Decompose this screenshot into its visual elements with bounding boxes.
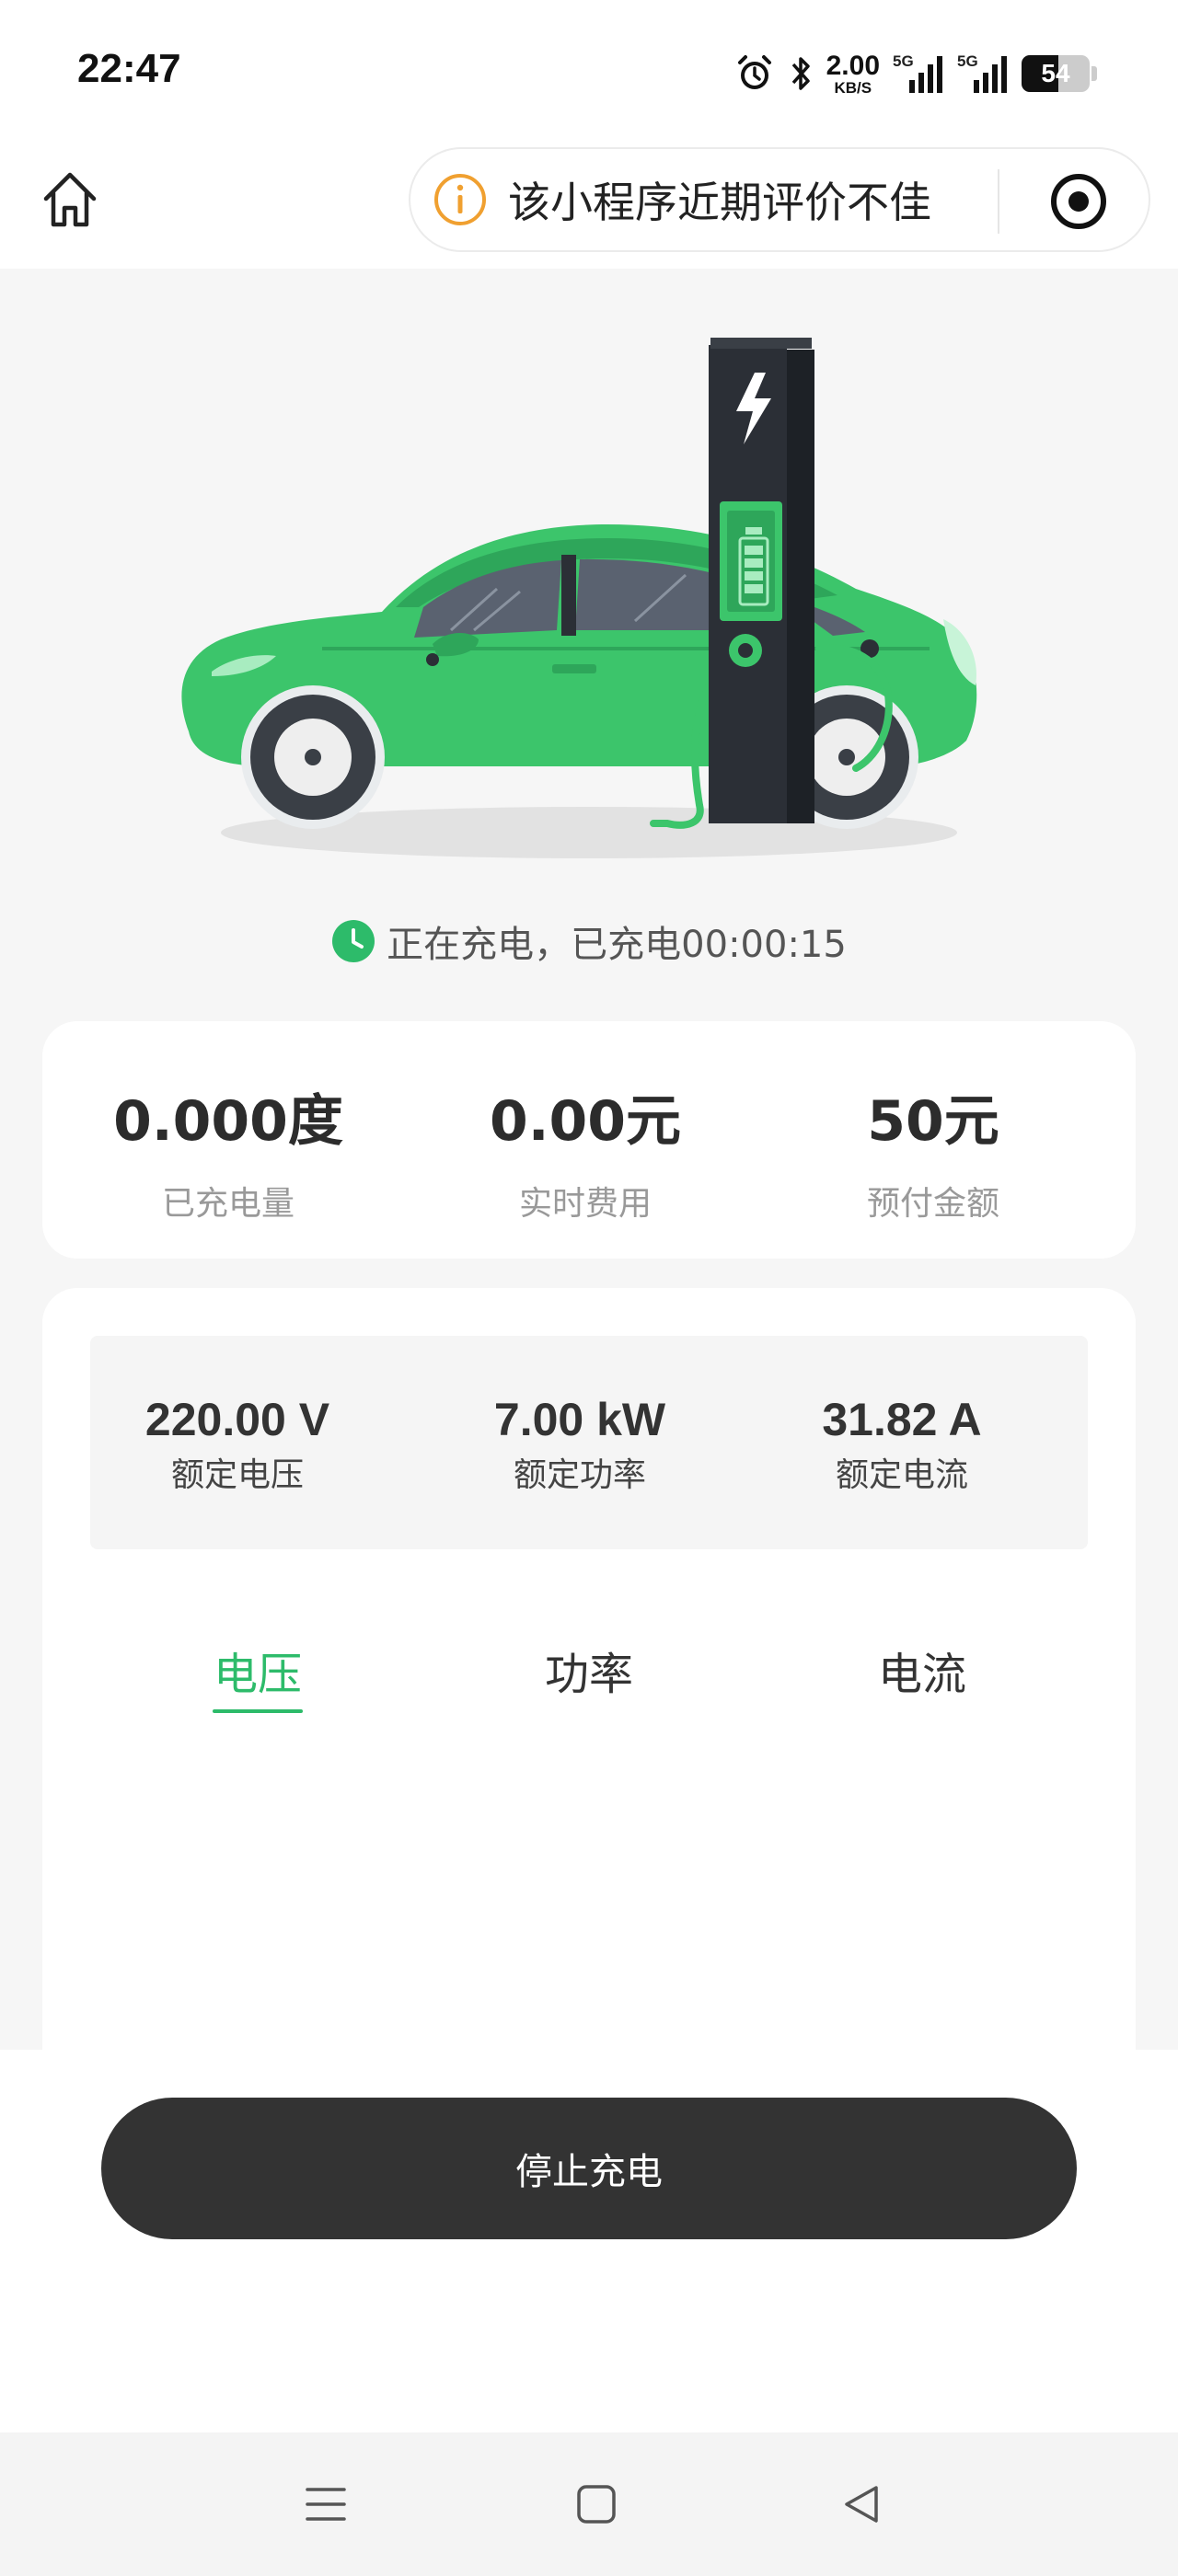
sim1-network-label: 5G xyxy=(893,52,914,70)
stop-charging-button[interactable]: 停止充电 xyxy=(101,2098,1077,2239)
prepaid-amount: 50元 预付金额 xyxy=(786,1076,1080,1225)
realtime-cost: 0.00元 实时费用 xyxy=(438,1076,733,1225)
rated-current: 31.82 A 额定电流 xyxy=(755,1393,1049,1496)
charged-energy-label: 已充电量 xyxy=(161,1185,294,1223)
nav-bar: 该小程序近期评价不佳 xyxy=(0,138,1178,269)
back-button[interactable] xyxy=(832,2475,891,2534)
network-speed: 2.00 KB/S xyxy=(826,52,880,96)
rated-power-value: 7.00 kW xyxy=(493,1394,666,1445)
charging-status-text: 正在充电，已充电00:00:15 xyxy=(387,924,847,966)
menu-icon xyxy=(306,2488,346,2521)
rated-voltage: 220.00 V 额定电压 xyxy=(90,1393,385,1496)
network-speed-value: 2.00 xyxy=(826,50,880,81)
alarm-icon xyxy=(734,53,775,94)
rated-current-value: 31.82 A xyxy=(822,1394,982,1445)
status-bar: 22:47 2.00 KB/S 5G 5G 54 xyxy=(0,0,1178,138)
charging-status: 正在充电，已充电00:00:15 xyxy=(0,914,1178,968)
menu-button[interactable] xyxy=(296,2475,355,2534)
square-home-icon xyxy=(577,2485,616,2524)
bottom-action-area: 停止充电 xyxy=(0,2050,1178,2432)
rating-notice[interactable]: 该小程序近期评价不佳 xyxy=(508,169,931,230)
charged-energy: 0.000度 已充电量 xyxy=(81,1076,375,1225)
sim2-network-label: 5G xyxy=(957,52,978,70)
home-nav-button[interactable] xyxy=(567,2475,626,2534)
system-nav-bar xyxy=(0,2432,1178,2576)
battery-icon: 54 xyxy=(1022,55,1097,92)
rated-power: 7.00 kW 额定功率 xyxy=(433,1393,727,1496)
chart-tabs: 电压 功率 电流 xyxy=(42,1638,1136,1730)
rated-current-label: 额定电流 xyxy=(835,1456,968,1494)
home-button[interactable] xyxy=(37,166,103,232)
rated-power-label: 额定功率 xyxy=(513,1456,646,1494)
back-triangle-icon xyxy=(845,2486,878,2523)
prepaid-amount-label: 预付金额 xyxy=(866,1185,999,1223)
rated-specs: 220.00 V 额定电压 7.00 kW 额定功率 31.82 A 额定电流 xyxy=(90,1336,1088,1549)
signal-icon-sim2: 5G xyxy=(957,52,1009,95)
realtime-cost-value: 0.00元 xyxy=(489,1089,682,1154)
info-warning-icon xyxy=(434,174,486,225)
close-mini-program-icon[interactable] xyxy=(1045,168,1112,235)
mini-program-capsule: 该小程序近期评价不佳 xyxy=(409,147,1150,252)
realtime-cost-label: 实时费用 xyxy=(518,1185,652,1223)
status-time: 22:47 xyxy=(77,46,181,91)
active-tab-indicator xyxy=(213,1709,303,1713)
clock-icon xyxy=(332,920,375,962)
tab-current[interactable]: 电流 xyxy=(821,1638,1023,1702)
signal-icon-sim1: 5G xyxy=(893,52,944,95)
prepaid-amount-value: 50元 xyxy=(867,1089,999,1154)
capsule-divider xyxy=(998,169,999,234)
rated-voltage-label: 额定电压 xyxy=(170,1456,304,1494)
status-icons: 2.00 KB/S 5G 5G 54 xyxy=(734,48,1097,99)
charging-summary-card: 0.000度 已充电量 0.00元 实时费用 50元 预付金额 xyxy=(42,1021,1136,1259)
tab-power[interactable]: 功率 xyxy=(488,1638,690,1702)
car-charging-illustration xyxy=(181,338,977,858)
tab-voltage[interactable]: 电压 xyxy=(156,1638,359,1702)
network-speed-unit: KB/S xyxy=(834,78,872,97)
home-icon xyxy=(43,172,97,227)
rated-voltage-value: 220.00 V xyxy=(144,1394,330,1445)
battery-level: 54 xyxy=(1041,59,1070,87)
bluetooth-icon xyxy=(788,53,814,94)
charged-energy-value: 0.000度 xyxy=(113,1089,343,1154)
